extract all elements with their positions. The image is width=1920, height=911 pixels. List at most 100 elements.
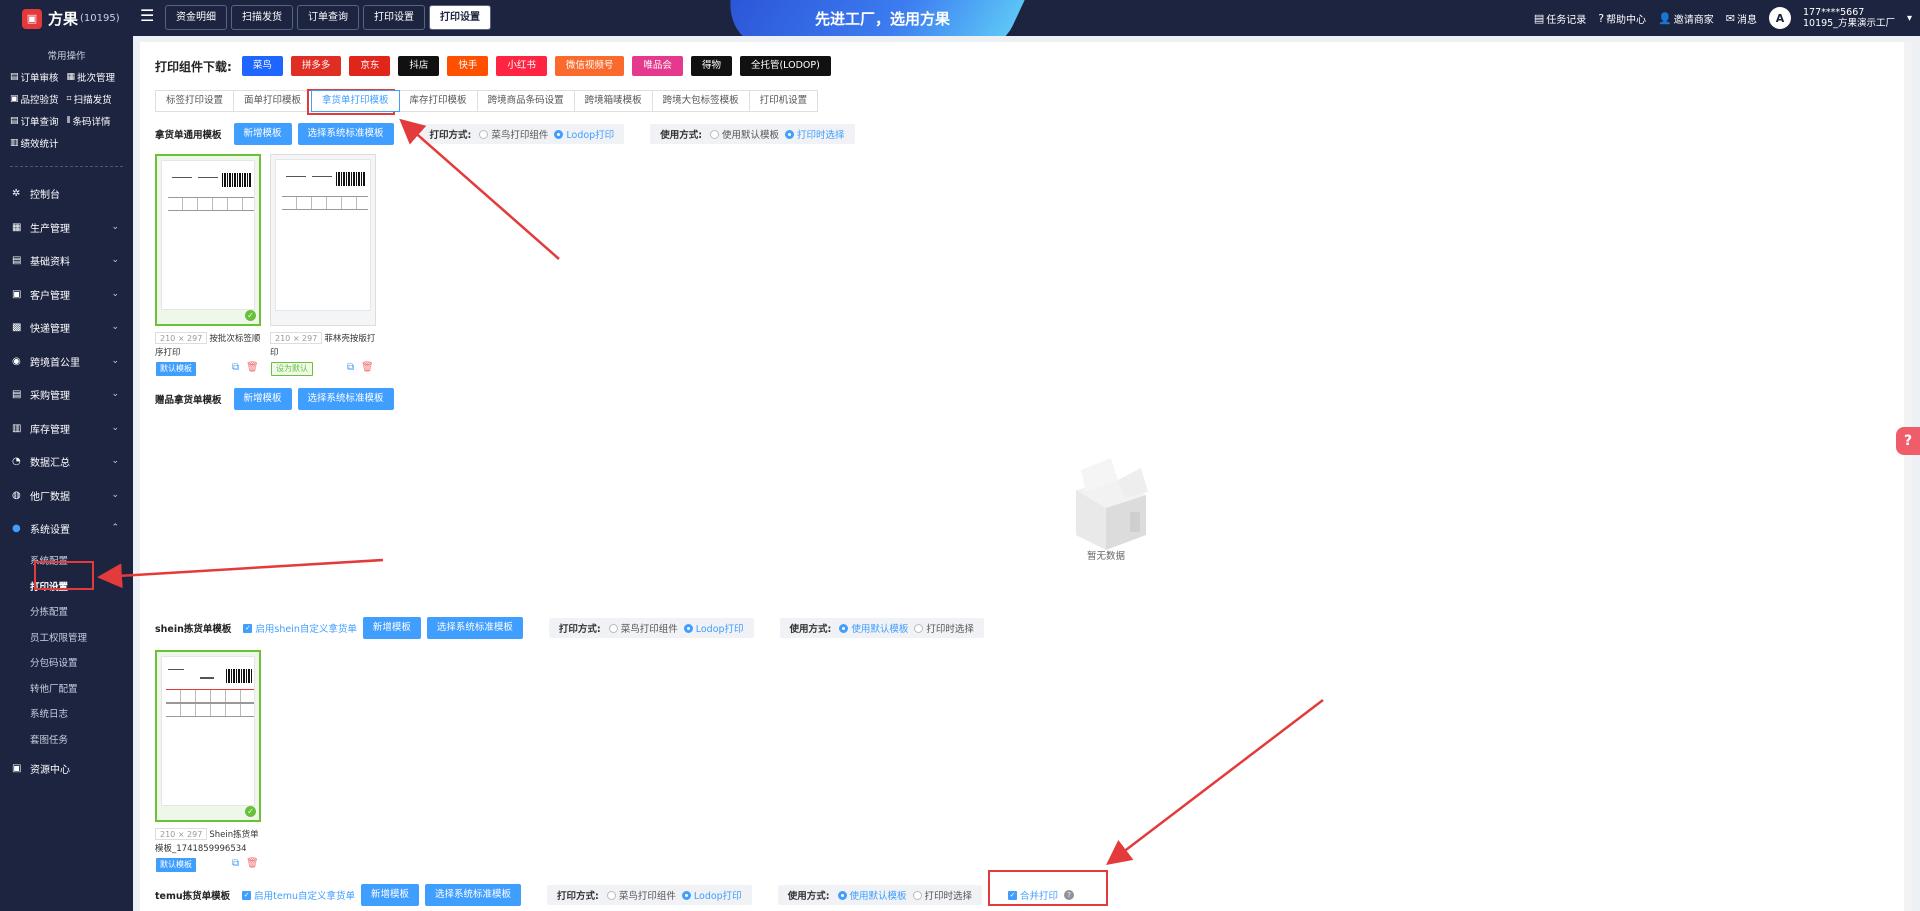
template-card[interactable] (270, 154, 376, 326)
sidebar-item-customer[interactable]: ▣ 客户管理 ⌄ (0, 278, 133, 312)
tab-printer-settings[interactable]: 打印机设置 (748, 90, 819, 112)
template-card[interactable]: ✓ (155, 154, 261, 326)
factory-icon: ◍ (12, 489, 21, 501)
tab-order-query[interactable]: 订单查询 (297, 5, 359, 30)
quick-barcode-detail[interactable]: ⦀ 条码详情 (67, 114, 124, 128)
download-jd-button[interactable]: 京东 (349, 56, 391, 76)
add-gift-template-button[interactable]: 新增模板 (233, 388, 292, 410)
radio-use-default[interactable]: 使用默认模板 (837, 888, 907, 902)
download-kuaishou-button[interactable]: 快手 (447, 56, 489, 76)
sidebar-item-system-settings[interactable]: ● 系统设置 ⌃ (0, 512, 133, 546)
quick-label: 批次管理 (77, 73, 116, 84)
quick-batch-manage[interactable]: ▦ 批次管理 (67, 70, 124, 84)
copy-icon[interactable]: ⧉ (232, 362, 239, 373)
add-temu-template-button[interactable]: 新增模板 (361, 884, 420, 906)
tab-fund-detail[interactable]: 资金明细 (165, 5, 227, 30)
radio-cainiao[interactable]: 菜鸟打印组件 (479, 127, 548, 141)
sidebar-item-production[interactable]: ▦ 生产管理 ⌄ (0, 211, 133, 245)
sidebar-item-package-code[interactable]: 分包码设置 (18, 650, 133, 676)
app-logo[interactable]: ▣ 方果 (10195) (22, 8, 120, 29)
set-default-button[interactable]: 设为默认 (271, 362, 313, 376)
quick-order-query[interactable]: ▤ 订单查询 (10, 114, 67, 128)
avatar[interactable]: A (1768, 7, 1791, 29)
tab-pickup-template[interactable]: 拿货单打印模板 (311, 90, 400, 112)
sidebar-item-crossborder[interactable]: ◉ 跨境首公里 ⌄ (0, 345, 133, 379)
add-template-button[interactable]: 新增模板 (233, 123, 292, 145)
sidebar-item-resource-center[interactable]: ▣ 资源中心 (0, 752, 133, 786)
download-cainiao-button[interactable]: 菜鸟 (241, 56, 283, 76)
choose-standard-template-button[interactable]: 选择系统标准模板 (297, 123, 394, 145)
quick-order-review[interactable]: ▤ 订单审核 (10, 70, 67, 84)
general-template-row: 拿货单通用模板 新增模板 选择系统标准模板 打印方式: 菜鸟打印组件 Lodop… (155, 123, 855, 145)
download-vip-button[interactable]: 唯品会 (632, 56, 683, 76)
quick-scan-ship[interactable]: ⌗ 扫描发货 (67, 92, 124, 106)
vertical-scrollbar[interactable] (1904, 42, 1912, 911)
radio-select-on-print[interactable]: 打印时选择 (912, 888, 972, 902)
sidebar-item-express[interactable]: ▩ 快递管理 ⌄ (0, 311, 133, 345)
delete-icon[interactable]: 🗑 (246, 362, 259, 373)
tab-crossborder-package[interactable]: 跨境大包标签模板 (651, 90, 750, 112)
enable-temu-checkbox[interactable]: ✓ 启用temu自定义拿货单 (242, 888, 355, 902)
radio-lodop[interactable]: Lodop打印 (681, 888, 742, 902)
slogan: 先进工厂，选用方果 (815, 10, 951, 28)
tab-label-print[interactable]: 标签打印设置 (155, 90, 235, 112)
tab-print-settings[interactable]: 打印设置 (363, 5, 425, 30)
sidebar-item-sorting-config[interactable]: 分拣配置 (18, 599, 133, 625)
sidebar-item-data-summary[interactable]: ◔ 数据汇总 ⌄ (0, 445, 133, 479)
enable-shein-checkbox[interactable]: ✓ 启用shein自定义拿货单 (243, 621, 357, 635)
template-preview (161, 656, 255, 806)
radio-select-on-print[interactable]: 打印时选择 (914, 621, 974, 635)
quick-qc[interactable]: ▣ 品控验货 (10, 92, 67, 106)
tab-print-settings-active[interactable]: 打印设置 (429, 5, 491, 30)
add-shein-template-button[interactable]: 新增模板 (362, 617, 421, 639)
sidebar-item-purchase[interactable]: ▤ 采购管理 ⌄ (0, 378, 133, 412)
tab-crossborder-barcode[interactable]: 跨境商品条码设置 (476, 90, 575, 112)
tab-inventory-template[interactable]: 库存打印模板 (398, 90, 478, 112)
default-template-tag: 默认模板 (156, 362, 196, 376)
download-douyin-button[interactable]: 抖店 (398, 56, 440, 76)
sidebar-item-image-task[interactable]: 套图任务 (18, 726, 133, 752)
shein-template-card[interactable]: ✓ (155, 650, 261, 822)
tab-scan-ship[interactable]: 扫描发货 (231, 5, 293, 30)
sidebar-item-staff-permissions[interactable]: 员工权限管理 (18, 624, 133, 650)
sidebar-item-transfer-factory[interactable]: 转他厂配置 (18, 675, 133, 701)
radio-cainiao[interactable]: 菜鸟打印组件 (608, 621, 678, 635)
sidebar-item-other-factory[interactable]: ◍ 他厂数据 ⌄ (0, 479, 133, 513)
menu-toggle-icon[interactable]: ☰ (140, 8, 156, 24)
floating-help-button[interactable]: ? (1896, 427, 1920, 455)
delete-icon[interactable]: 🗑 (246, 858, 259, 869)
copy-icon[interactable]: ⧉ (232, 858, 239, 869)
radio-cainiao[interactable]: 菜鸟打印组件 (606, 888, 676, 902)
choose-shein-standard-template-button[interactable]: 选择系统标准模板 (426, 617, 523, 639)
radio-use-default[interactable]: 使用默认模板 (710, 127, 779, 141)
choose-gift-standard-template-button[interactable]: 选择系统标准模板 (297, 388, 394, 410)
tab-waybill-template[interactable]: 面单打印模板 (233, 90, 313, 112)
download-lodop-button[interactable]: 全托管(LODOP) (739, 56, 831, 76)
preview-barcode (226, 669, 252, 683)
sidebar-item-inventory[interactable]: ▥ 库存管理 ⌄ (0, 412, 133, 446)
download-wechat-channels-button[interactable]: 微信视频号 (554, 56, 625, 76)
radio-use-default[interactable]: 使用默认模板 (839, 621, 908, 635)
radio-lodop[interactable]: Lodop打印 (554, 127, 614, 141)
help-center-link[interactable]: ? 帮助中心 (1598, 11, 1646, 26)
annotation-box (34, 561, 94, 590)
caret-down-icon[interactable]: ▾ (1907, 13, 1912, 24)
invite-merchant-link[interactable]: 👤 邀请商家 (1658, 11, 1714, 26)
download-xiaohongshu-button[interactable]: 小红书 (496, 56, 547, 76)
download-pdd-button[interactable]: 拼多多 (290, 56, 342, 76)
choose-temu-standard-template-button[interactable]: 选择系统标准模板 (425, 884, 522, 906)
task-record-link[interactable]: ▤ 任务记录 (1534, 11, 1586, 26)
message-link[interactable]: ✉ 消息 (1726, 11, 1757, 26)
sidebar-item-basic-data[interactable]: ▤ 基础资料 ⌄ (0, 244, 133, 278)
download-dewu-button[interactable]: 得物 (690, 56, 732, 76)
top-bar: ▣ 方果 (10195) ☰ 资金明细 扫描发货 订单查询 打印设置 打印设置 … (0, 0, 1920, 36)
tab-crossborder-box[interactable]: 跨境箱唛模板 (573, 90, 653, 112)
sidebar-item-console[interactable]: ✲ 控制台 (0, 177, 133, 211)
quick-performance[interactable]: ▥ 绩效统计 (10, 136, 67, 150)
sidebar-item-system-log[interactable]: 系统日志 (18, 701, 133, 727)
user-info[interactable]: 177****5667 10195_方果演示工厂 (1803, 7, 1895, 29)
radio-select-on-print[interactable]: 打印时选择 (785, 127, 845, 141)
delete-icon[interactable]: 🗑 (361, 362, 374, 373)
copy-icon[interactable]: ⧉ (347, 362, 354, 373)
radio-lodop[interactable]: Lodop打印 (683, 621, 744, 635)
